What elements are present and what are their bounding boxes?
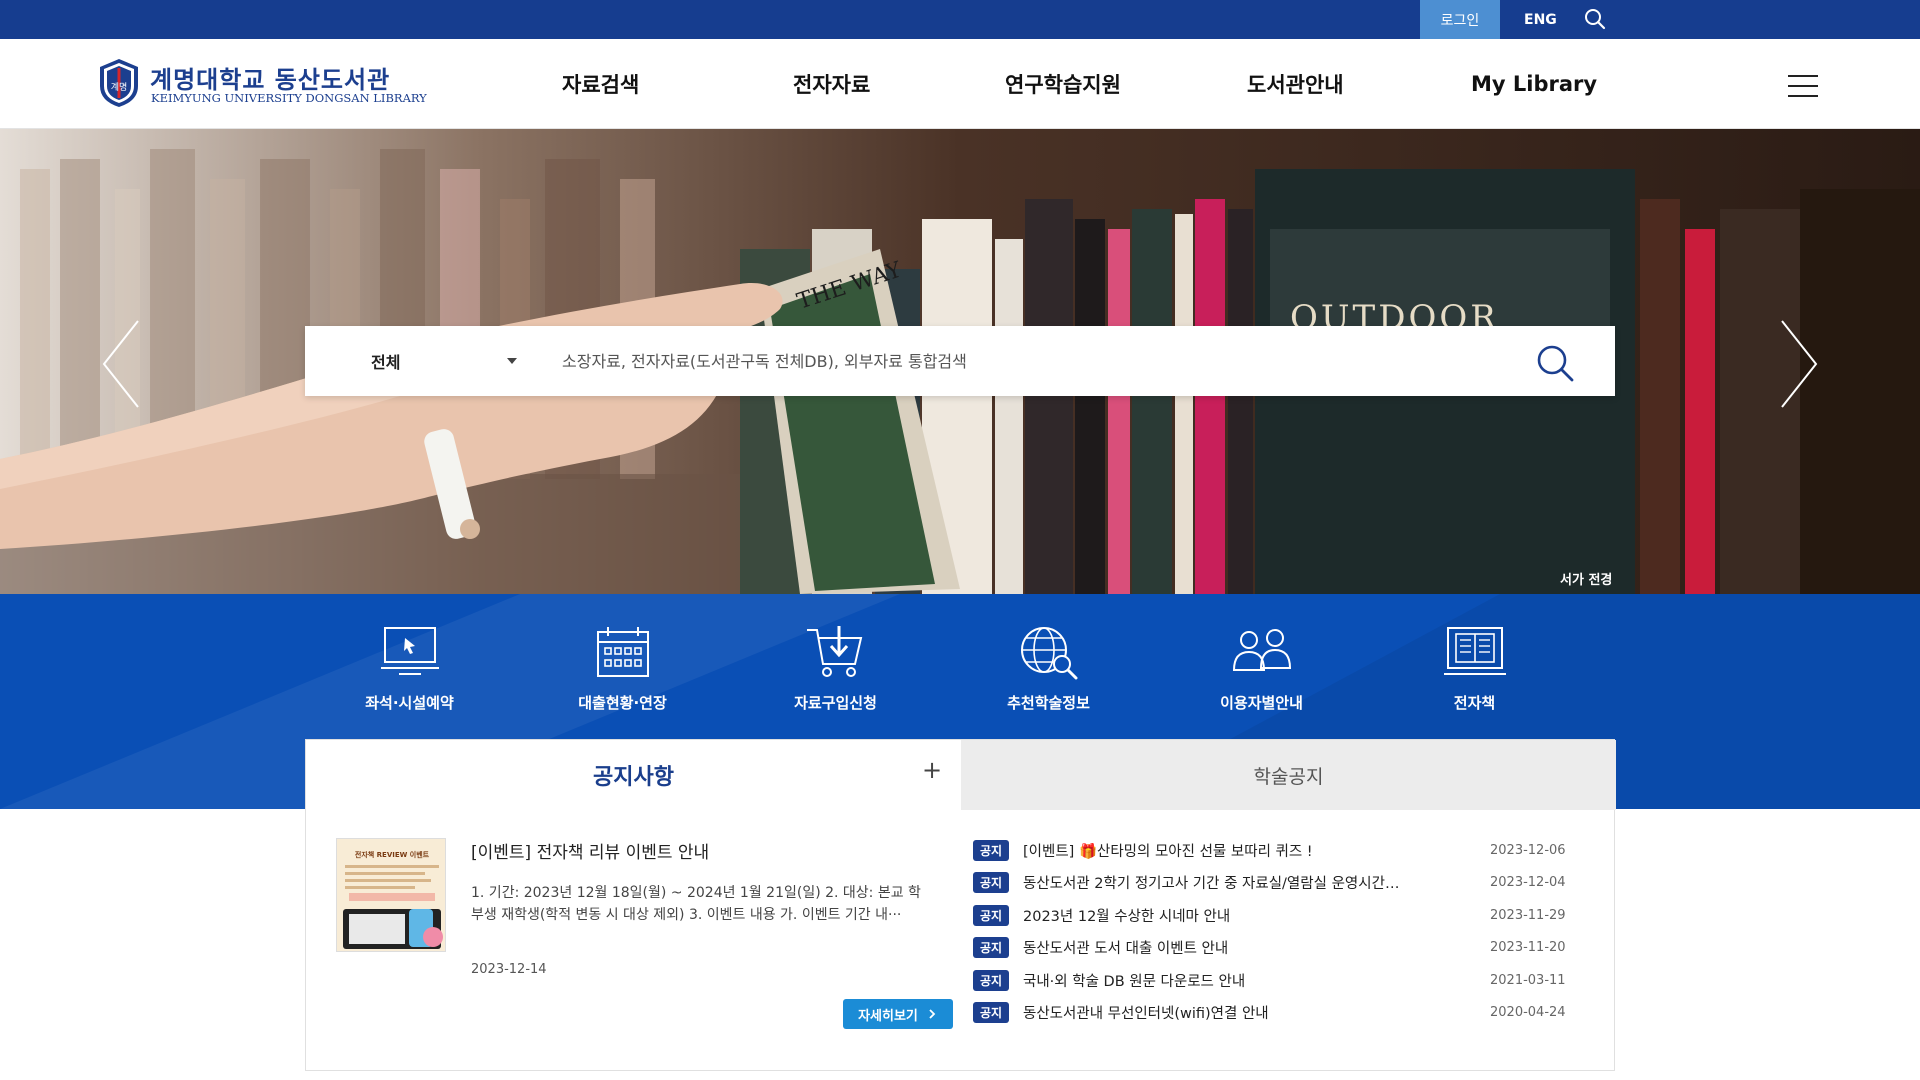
list-item[interactable]: 공지 동산도서관내 무선인터넷(wifi)연결 안내 2020-04-24: [973, 997, 1573, 1030]
quick-user-guide[interactable]: 이용자별안내: [1155, 594, 1368, 739]
featured-date: 2023-12-14: [471, 962, 547, 977]
monitor-icon: [381, 627, 439, 675]
list-item[interactable]: 공지 국내·외 학술 DB 원문 다운로드 안내 2021-03-11: [973, 964, 1573, 997]
university-crest-icon: 계명: [100, 59, 138, 107]
notice-badge: 공지: [973, 839, 1009, 861]
featured-title[interactable]: [이벤트] 전자책 리뷰 이벤트 안내: [471, 838, 709, 863]
featured-description: 1. 기간: 2023년 12월 18일(월) ~ 2024년 1월 21일(일…: [471, 885, 921, 923]
quick-purchase-request[interactable]: 자료구입신청: [729, 594, 942, 739]
list-item[interactable]: 공지 2023년 12월 수상한 시네마 안내 2023-11-29: [973, 899, 1573, 932]
read-more-button[interactable]: 자세히보기: [843, 999, 953, 1029]
list-item[interactable]: 공지 동산도서관 도서 대출 이벤트 안내 2023-11-20: [973, 932, 1573, 965]
quick-label: 좌석·시설예약: [365, 694, 454, 712]
nav-research-support[interactable]: 연구학습지원: [1005, 39, 1121, 129]
globe-search-icon: [1021, 627, 1078, 680]
notice-title[interactable]: 국내·외 학술 DB 원문 다운로드 안내: [1023, 970, 1403, 991]
notice-title[interactable]: 동산도서관내 무선인터넷(wifi)연결 안내: [1023, 1002, 1403, 1023]
quick-label: 자료구입신청: [794, 694, 877, 712]
notice-title[interactable]: 동산도서관 2학기 정기고사 기간 중 자료실/열람실 운영시간 안내: [1023, 872, 1403, 893]
cart-icon: [807, 626, 863, 677]
nav-electronic-resources[interactable]: 전자자료: [793, 39, 870, 129]
tab-notice-label: 공지사항: [593, 765, 674, 790]
featured-notice[interactable]: 전자책 REVIEW 이벤트 [이벤트] 전자책 리뷰 이벤트 안내 1. 기간…: [336, 838, 953, 1038]
login-button[interactable]: 로그인: [1420, 0, 1500, 39]
menu-icon[interactable]: [1788, 75, 1818, 97]
notice-date: 2023-11-20: [1490, 940, 1566, 956]
quick-label: 전자책: [1453, 694, 1496, 712]
notice-badge: 공지: [973, 1002, 1009, 1024]
notice-date: 2023-12-06: [1490, 842, 1566, 858]
notice-badge: 공지: [973, 937, 1009, 959]
quick-label: 이용자별안내: [1220, 694, 1303, 712]
notice-list: 공지 [이벤트] 🎁산타밍의 모아진 선물 보따리 퀴즈 ! 2023-12-0…: [973, 834, 1573, 1029]
calendar-icon: [597, 627, 649, 677]
notice-date: 2021-03-11: [1490, 972, 1566, 988]
quick-label: 추천학술정보: [1007, 694, 1090, 712]
plus-icon[interactable]: +: [922, 758, 942, 782]
language-english-link[interactable]: ENG: [1524, 0, 1557, 39]
list-item[interactable]: 공지 동산도서관 2학기 정기고사 기간 중 자료실/열람실 운영시간 안내 2…: [973, 867, 1573, 900]
crest-text: 계명: [111, 81, 128, 93]
notice-badge: 공지: [973, 872, 1009, 894]
caret-down-icon: [507, 358, 517, 364]
integrated-search-box: 전체: [305, 326, 1615, 396]
site-header: 계명 계명대학교 동산도서관 KEIMYUNG UNIVERSITY DONGS…: [0, 39, 1920, 129]
search-icon[interactable]: [1582, 6, 1608, 32]
quick-label: 대출현황·연장: [578, 694, 667, 712]
hero-caption: 서가 전경: [1560, 573, 1613, 588]
nav-library-info[interactable]: 도서관안내: [1247, 39, 1344, 129]
list-item[interactable]: 공지 [이벤트] 🎁산타밍의 모아진 선물 보따리 퀴즈 ! 2023-12-0…: [973, 834, 1573, 867]
users-icon: [1232, 629, 1292, 671]
thumbnail-text: 전자책 REVIEW 이벤트: [355, 850, 430, 859]
library-name-english: KEIMYUNG UNIVERSITY DONGSAN LIBRARY: [151, 91, 427, 105]
notice-board: 공지사항 + 학술공지 전자책 REVIEW 이벤트 [이벤트] 전자책 리뷰 …: [305, 739, 1616, 1071]
library-name-korean: 계명대학교 동산도서관: [150, 66, 391, 94]
prev-slide-arrow-icon[interactable]: [100, 319, 142, 409]
notice-title[interactable]: 2023년 12월 수상한 시네마 안내: [1023, 905, 1403, 926]
library-logo[interactable]: 계명 계명대학교 동산도서관 KEIMYUNG UNIVERSITY DONGS…: [98, 58, 438, 110]
search-input[interactable]: [560, 326, 1520, 396]
notice-date: 2023-11-29: [1490, 907, 1566, 923]
top-utility-bar: 로그인 ENG: [0, 0, 1920, 39]
featured-thumbnail: 전자책 REVIEW 이벤트: [336, 838, 446, 952]
nav-my-library[interactable]: My Library: [1471, 39, 1597, 129]
chevron-right-icon: [929, 1009, 936, 1019]
quick-loan-status[interactable]: 대출현황·연장: [516, 594, 729, 739]
quick-ebook[interactable]: 전자책: [1368, 594, 1581, 739]
notice-badge: 공지: [973, 969, 1009, 991]
nav-search[interactable]: 자료검색: [562, 39, 639, 129]
notice-badge: 공지: [973, 904, 1009, 926]
quick-seat-reservation[interactable]: 좌석·시설예약: [303, 594, 516, 739]
ebook-icon: [1444, 627, 1506, 675]
search-scope-select[interactable]: 전체: [305, 326, 535, 396]
notice-date: 2023-12-04: [1490, 875, 1566, 891]
tab-academic-notice[interactable]: 학술공지: [961, 740, 1616, 810]
tab-notice[interactable]: 공지사항 +: [306, 740, 961, 810]
read-more-label: 자세히보기: [858, 1008, 918, 1024]
notice-date: 2020-04-24: [1490, 1005, 1566, 1021]
next-slide-arrow-icon[interactable]: [1778, 319, 1820, 409]
notice-title[interactable]: 동산도서관 도서 대출 이벤트 안내: [1023, 937, 1403, 958]
search-submit-icon[interactable]: [1535, 343, 1575, 383]
search-scope-value: 전체: [371, 353, 401, 372]
notice-title[interactable]: [이벤트] 🎁산타밍의 모아진 선물 보따리 퀴즈 !: [1023, 840, 1403, 861]
quick-recommended-info[interactable]: 추천학술정보: [942, 594, 1155, 739]
